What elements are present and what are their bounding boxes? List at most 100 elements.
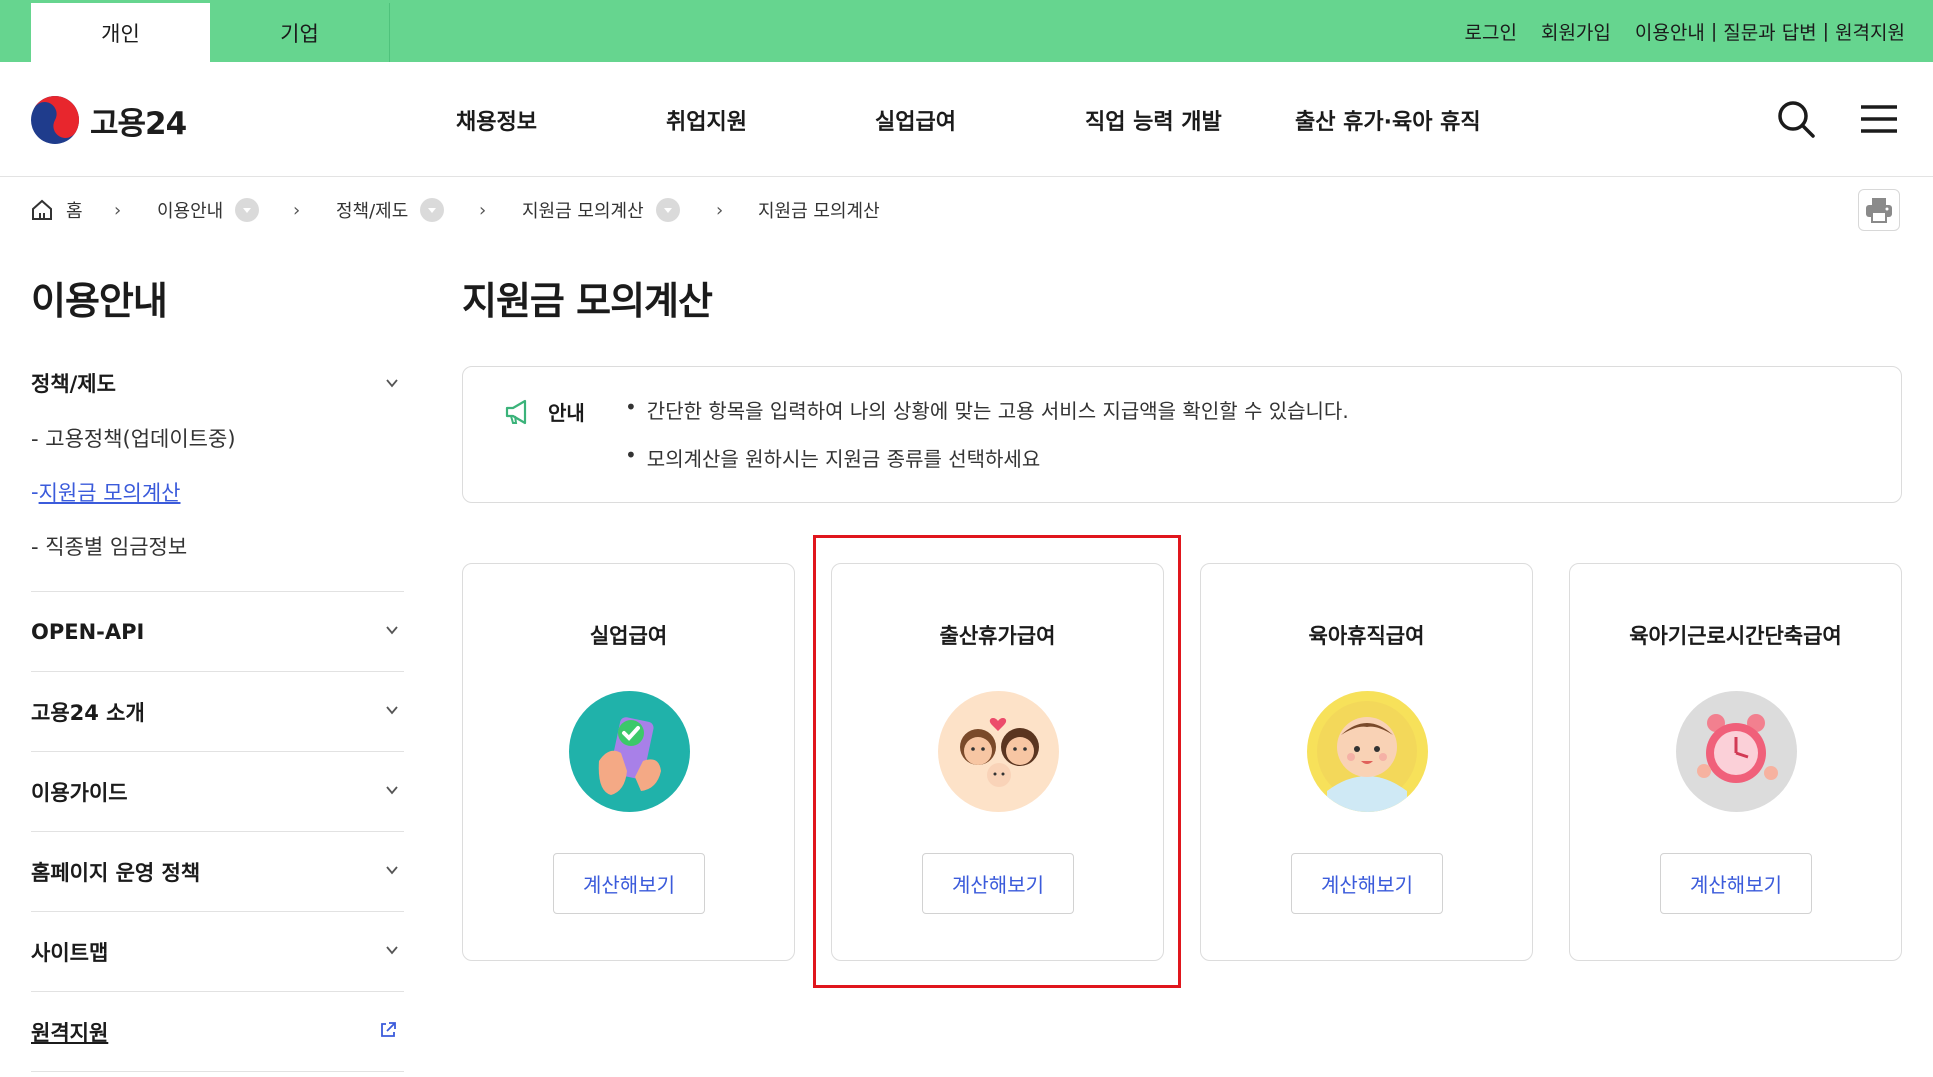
breadcrumb-label: 지원금 모의계산 [522,201,644,222]
chevron-down-icon [386,379,398,388]
chevron-down-icon [386,786,398,795]
printer-icon [1866,198,1892,223]
utility-links: 로그인 회원가입 이용안내 | 질문과 답변 | 원격지원 [1441,0,1905,62]
remote-support-link[interactable]: 원격지원 [1835,18,1905,45]
chevron-down-icon [386,866,398,875]
dropdown-icon[interactable] [235,198,260,222]
sidebar-item-label: 고용24 소개 [31,700,145,725]
card-reduced-hours-benefit: 육아기근로시간단축급여 계산해보기 [1569,563,1902,961]
sidebar-item-label: 홈페이지 운영 정책 [31,860,201,885]
sidebar-group-openapi: OPEN-API [31,592,404,672]
sidebar-group-guide: 이용가이드 [31,752,404,832]
benefit-cards: 실업급여 계산해보기 출산휴가급여 계산해보기 육아휴직급여 계산해보기 육아기… [462,563,1902,961]
sidebar-item-policy[interactable]: 정책/제도 [31,355,404,411]
chevron-down-icon [386,626,398,635]
sidebar-group-policy-operation: 홈페이지 운영 정책 [31,832,404,912]
sidebar-group-policy: 정책/제도 - 고용정책(업데이트중) - 지원금 모의계산 - 직종별 임금정… [31,355,404,592]
sidebar-subitem-employment-policy[interactable]: - 고용정책(업데이트중) [31,411,404,465]
notice-item: 간단한 항목을 입력하여 나의 상황에 맞는 고용 서비스 지급액을 확인할 수… [625,395,1349,443]
main-nav: 채용정보 취업지원 실업급여 직업 능력 개발 출산 휴가·육아 휴직 [0,62,1933,177]
card-parental-leave-benefit: 육아휴직급여 계산해보기 [1200,563,1533,961]
usage-guide-link[interactable]: 이용안내 [1635,18,1705,45]
sidebar: 정책/제도 - 고용정책(업데이트중) - 지원금 모의계산 - 직종별 임금정… [31,355,404,1072]
chevron-right-icon: › [479,199,487,221]
breadcrumb-label: 지원금 모의계산 [758,201,880,222]
breadcrumb-home[interactable]: 홈 [30,197,83,223]
menu-icon[interactable] [1858,98,1900,140]
notice-item: 모의계산을 원하시는 지원금 종류를 선택하세요 [625,443,1349,491]
tab-personal[interactable]: 개인 [31,3,210,62]
parents-baby-icon [938,691,1059,812]
sidebar-item-label: 사이트맵 [31,940,109,965]
card-title: 육아기근로시간단축급여 [1629,624,1842,648]
card-title: 육아휴직급여 [1308,624,1425,648]
tab-business[interactable]: 기업 [210,3,390,62]
breadcrumb-item-simulation[interactable]: 지원금 모의계산 [522,197,680,223]
breadcrumb-item-usage-guide[interactable]: 이용안내 [157,197,260,223]
card-title: 출산휴가급여 [939,624,1056,648]
sidebar-subitem-simulation[interactable]: - 지원금 모의계산 [31,465,404,519]
notice-label: 안내 [548,401,585,425]
top-utility-bar: 개인 기업 로그인 회원가입 이용안내 | 질문과 답변 | 원격지원 [0,0,1933,62]
sidebar-item-operation-policy[interactable]: 홈페이지 운영 정책 [31,832,404,911]
login-link[interactable]: 로그인 [1465,18,1517,45]
sidebar-item-label: 원격지원 [31,1020,109,1045]
chevron-down-icon [386,946,398,955]
calculate-button[interactable]: 계산해보기 [1660,853,1812,914]
breadcrumb-label: 정책/제도 [336,201,409,222]
dropdown-icon[interactable] [655,198,680,222]
card-maternity-leave-benefit: 출산휴가급여 계산해보기 [831,563,1164,961]
card-unemployment-benefit: 실업급여 계산해보기 [462,563,795,961]
megaphone-icon [505,399,527,425]
signup-link[interactable]: 회원가입 [1541,18,1611,45]
calculate-button[interactable]: 계산해보기 [922,853,1074,914]
sidebar-item-about[interactable]: 고용24 소개 [31,672,404,751]
phone-hand-check-icon [569,691,690,812]
sidebar-item-label: OPEN-API [31,619,145,644]
nav-job-info[interactable]: 채용정보 [456,104,537,136]
breadcrumb-item-policy[interactable]: 정책/제도 [336,197,445,223]
nav-maternity-parental-leave[interactable]: 출산 휴가·육아 휴직 [1295,104,1481,136]
separator: | [1710,20,1718,42]
baby-face-icon [1307,691,1428,812]
notice-box: 안내 간단한 항목을 입력하여 나의 상황에 맞는 고용 서비스 지급액을 확인… [462,366,1902,503]
sidebar-item-label: 정책/제도 [31,372,116,396]
breadcrumb-label: 이용안내 [157,201,224,222]
external-link-icon [381,1022,396,1037]
print-button[interactable] [1858,189,1900,231]
sidebar-sublist: - 고용정책(업데이트중) - 지원금 모의계산 - 직종별 임금정보 [31,411,404,589]
dropdown-icon[interactable] [420,198,445,222]
qna-link[interactable]: 질문과 답변 [1723,18,1816,45]
separator: | [1822,20,1830,42]
chevron-right-icon: › [716,199,724,221]
site-header: 고용24 채용정보 취업지원 실업급여 직업 능력 개발 출산 휴가·육아 휴직 [0,62,1933,177]
calculate-button[interactable]: 계산해보기 [1291,853,1443,914]
sidebar-item-label: 이용가이드 [31,780,128,805]
sidebar-item-guide[interactable]: 이용가이드 [31,752,404,831]
sidebar-item-remote-support[interactable]: 원격지원 [31,992,404,1071]
alarm-clock-icon [1676,691,1797,812]
sidebar-group-sitemap: 사이트맵 [31,912,404,992]
calculate-button[interactable]: 계산해보기 [553,853,705,914]
notice-list: 간단한 항목을 입력하여 나의 상황에 맞는 고용 서비스 지급액을 확인할 수… [625,395,1349,491]
card-title: 실업급여 [589,624,668,648]
breadcrumb-current: 지원금 모의계산 [758,197,880,223]
nav-unemployment-benefit[interactable]: 실업급여 [875,104,956,136]
search-icon[interactable] [1775,98,1817,140]
home-icon [32,199,52,220]
sidebar-subitem-wage-info[interactable]: - 직종별 임금정보 [31,519,404,573]
sidebar-subitem-simulation-label: 지원금 모의계산 [38,481,181,505]
chevron-right-icon: › [114,199,122,221]
page-title: 지원금 모의계산 [462,279,713,323]
nav-employment-support[interactable]: 취업지원 [666,104,747,136]
sidebar-group-about: 고용24 소개 [31,672,404,752]
breadcrumb-home-label: 홈 [66,201,83,222]
nav-skills-development[interactable]: 직업 능력 개발 [1085,104,1222,136]
sidebar-title: 이용안내 [31,279,168,323]
chevron-right-icon: › [293,199,301,221]
sidebar-item-sitemap[interactable]: 사이트맵 [31,912,404,991]
sidebar-item-openapi[interactable]: OPEN-API [31,592,404,671]
sidebar-group-remote: 원격지원 [31,992,404,1072]
chevron-down-icon [386,706,398,715]
sidebar-subitem-prefix: - [31,480,39,504]
